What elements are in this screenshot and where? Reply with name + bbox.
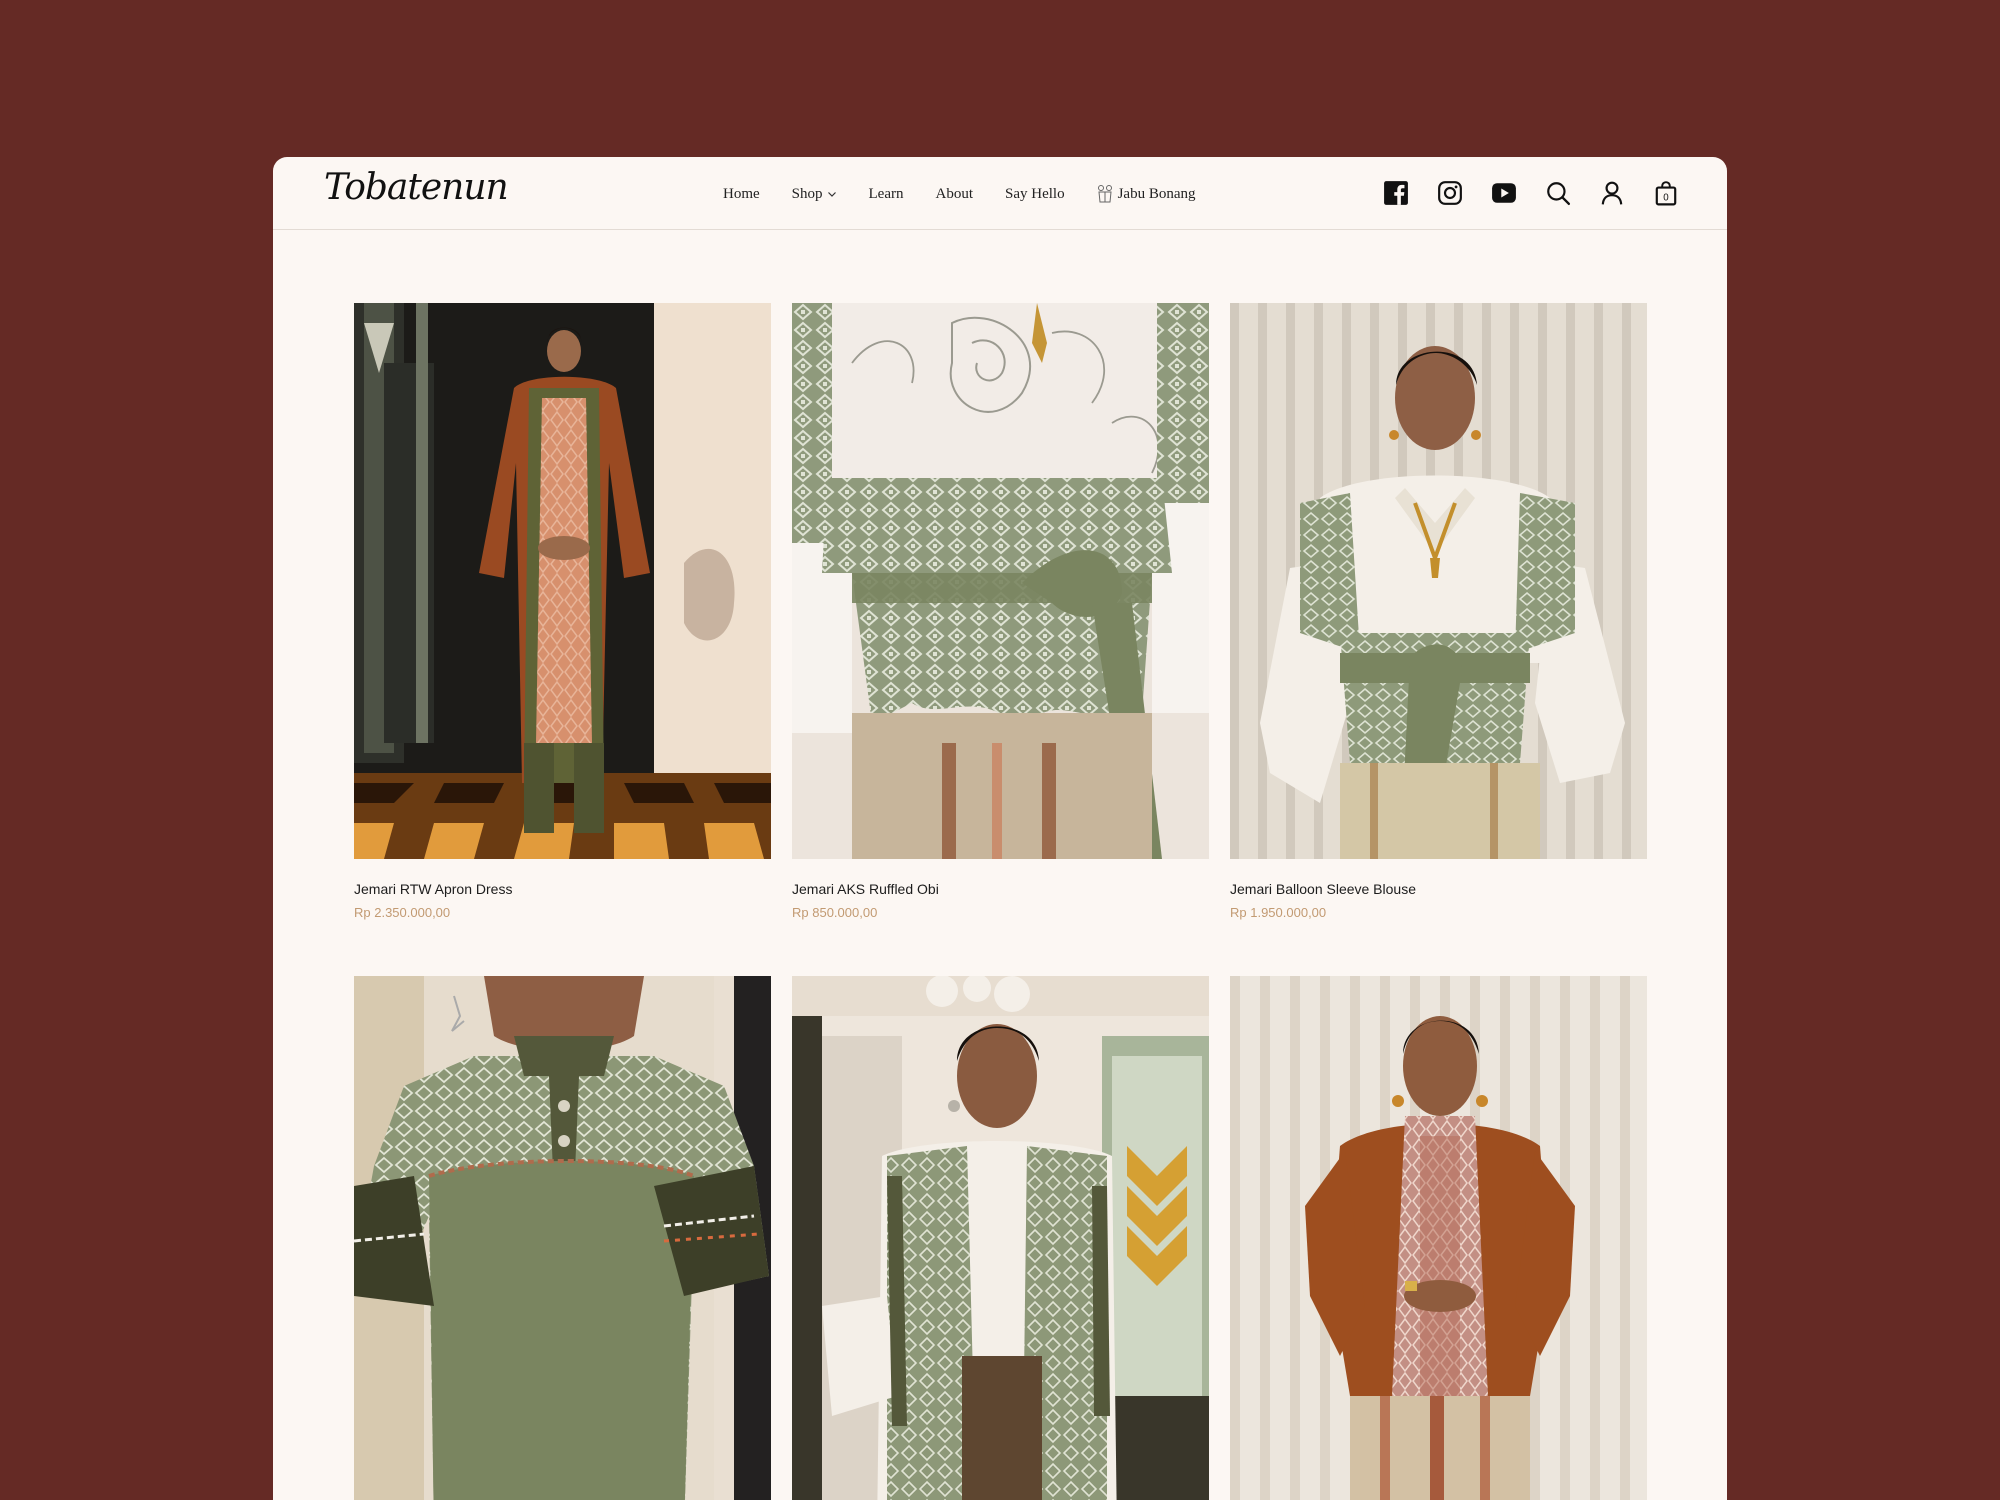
main-nav: Home Shop Learn About Say Hello Jabu Bon… [723,182,1196,206]
nav-item-say-hello[interactable]: Say Hello [1005,186,1065,203]
chevron-down-icon [827,192,836,197]
product-price: Rp 1.950.000,00 [1230,905,1327,920]
product-image[interactable] [1230,303,1647,859]
nav-item-learn[interactable]: Learn [869,186,904,203]
product-image[interactable] [1230,976,1647,1500]
product-title[interactable]: Jemari RTW Apron Dress [354,881,771,897]
nav-item-shop[interactable]: Shop [792,186,837,203]
model-olive-top-photo [354,976,771,1500]
model-balloon-blouse-photo [1230,303,1647,859]
header-icons: 0 [1357,178,1681,208]
product-card[interactable]: Jemari AKS Ruffled Obi Rp 850.000,00 [792,303,1209,920]
cart-count: 0 [1663,193,1669,204]
nav-label: Learn [868,185,904,202]
product-image[interactable] [354,303,771,859]
brand-logo[interactable]: Tobatenun [324,167,509,208]
nav-label: Say Hello [1005,185,1065,202]
nav-label: Shop [791,185,823,202]
account-icon[interactable] [1597,178,1627,208]
nav-item-jabu-bonang[interactable]: Jabu Bonang [1097,184,1196,204]
product-price: Rp 2.350.000,00 [354,905,451,920]
model-rust-jacket-photo [1230,976,1647,1500]
product-card[interactable] [792,976,1209,1500]
product-price: Rp 850.000,00 [792,905,878,920]
nav-label: Jabu Bonang [1117,185,1196,202]
product-image[interactable] [792,976,1209,1500]
site-header: Tobatenun Home Shop Learn About Say Hell… [273,157,1727,230]
nav-item-home[interactable]: Home [723,186,760,203]
product-card[interactable]: Jemari Balloon Sleeve Blouse Rp 1.950.00… [1230,303,1647,920]
product-image[interactable] [354,976,771,1500]
product-image[interactable] [792,303,1209,859]
model-vest-photo [792,976,1209,1500]
nav-item-about[interactable]: About [936,186,974,203]
bonang-icon [1097,185,1112,203]
product-card[interactable] [1230,976,1647,1500]
nav-label: Home [723,185,760,202]
cart-icon[interactable]: 0 [1651,178,1681,208]
instagram-icon[interactable] [1435,178,1465,208]
product-card[interactable] [354,976,771,1500]
nav-label: About [935,185,974,202]
youtube-icon[interactable] [1489,178,1519,208]
search-icon[interactable] [1543,178,1573,208]
product-card[interactable]: Jemari RTW Apron Dress Rp 2.350.000,00 [354,303,771,920]
product-title[interactable]: Jemari AKS Ruffled Obi [792,881,1209,897]
browser-window: Tobatenun Home Shop Learn About Say Hell… [273,157,1727,1500]
model-apron-dress-photo [354,303,771,859]
model-ruffled-obi-photo [792,303,1209,859]
product-grid: Jemari RTW Apron Dress Rp 2.350.000,00 J… [354,303,1648,1500]
product-title[interactable]: Jemari Balloon Sleeve Blouse [1230,881,1647,897]
facebook-icon[interactable] [1381,178,1411,208]
